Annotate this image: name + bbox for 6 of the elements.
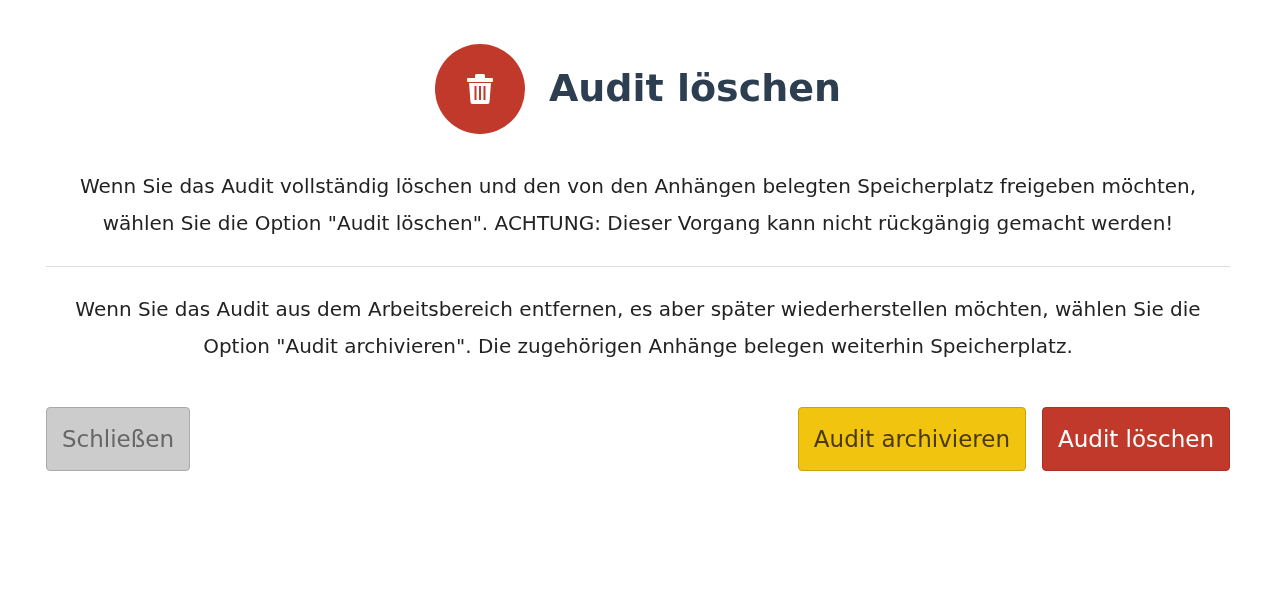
message-text: Wenn Sie das Audit vollständig löschen und den von den Anhängen belegten Speicherplatz freigeben möchten, wählen Sie die Option "Audit löschen". ACHTUNG: Dieser Vorgang kann nicht rückgängig gemacht werden!	[78, 173, 1198, 237]
message-text: Wenn Sie das Audit aus dem Arbeitsbereich entfernen, es aber später wiederherstellen möchten, wählen Sie die Option "Audit archivieren". Die zugehörigen Anhänge belegen weiterhin Speicherplatz.	[74, 296, 1202, 360]
delete-button[interactable]: Audit löschen	[1041, 407, 1230, 471]
close-button[interactable]: Schließen	[46, 407, 190, 471]
dialog-title: Audit löschen	[548, 66, 842, 112]
archive-button[interactable]: Audit archivieren	[797, 407, 1026, 471]
